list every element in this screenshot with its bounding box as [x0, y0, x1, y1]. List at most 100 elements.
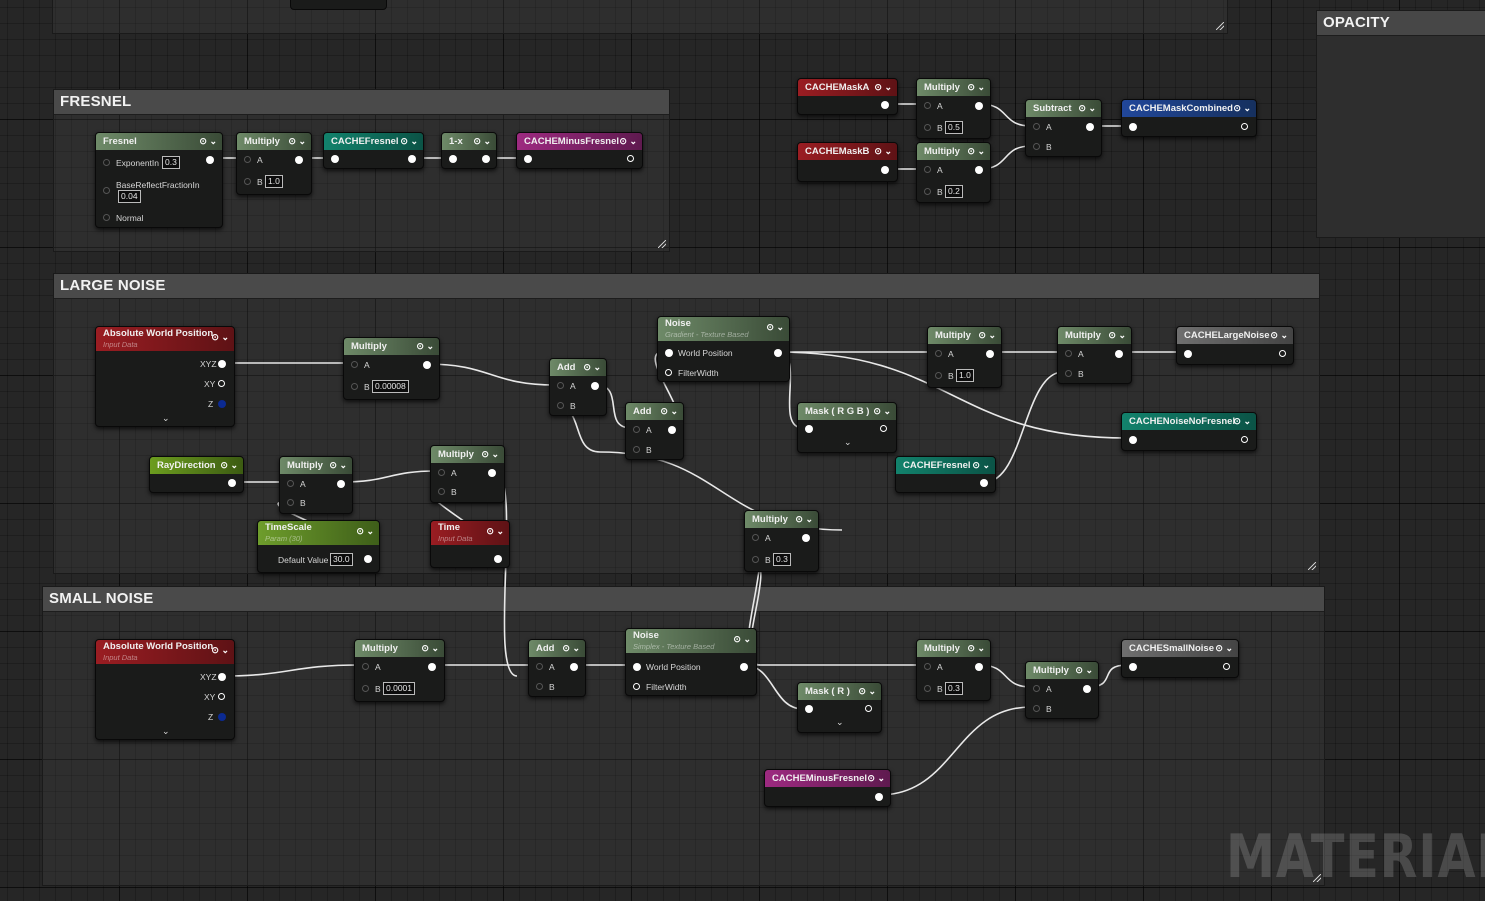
output-pin-icon[interactable] [1241, 123, 1248, 130]
cache-fresnel-node[interactable]: CACHEFresnel ⊙ ⌄ [895, 456, 996, 493]
input-pin-icon[interactable] [752, 556, 759, 563]
cache-noise-no-fresnel-node[interactable]: CACHENoiseNoFresnel ⊙ ⌄ [1121, 412, 1257, 451]
node-controls-icon[interactable]: ⊙ ⌄ [733, 633, 751, 645]
node-controls-icon[interactable]: ⊙ ⌄ [211, 644, 229, 656]
node-controls-icon[interactable]: ⊙ ⌄ [1215, 640, 1233, 657]
add-node[interactable]: Add ⊙ ⌄ A B [549, 358, 607, 416]
top-partial-node[interactable] [290, 0, 387, 10]
output-pin-icon[interactable] [591, 382, 599, 390]
output-pin-icon[interactable] [881, 166, 889, 174]
output-pin-icon[interactable] [295, 156, 303, 164]
output-pin-icon[interactable] [1086, 123, 1094, 131]
multiply-node[interactable]: Multiply ⊙ ⌄ A B 0.0001 [354, 639, 445, 702]
mask-rgb-node[interactable]: Mask ( R G B ) ⊙ ⌄ ⌄ [797, 402, 897, 453]
multiply-node[interactable]: Multiply ⊙ ⌄ A B 0.00008 [343, 337, 440, 400]
node-controls-icon[interactable]: ⊙ ⌄ [1108, 327, 1126, 344]
output-pin-icon[interactable] [668, 426, 676, 434]
input-pin-icon[interactable] [103, 214, 110, 221]
output-pin-icon[interactable] [865, 705, 872, 712]
resize-handle-icon[interactable] [1216, 22, 1224, 30]
input-pin-icon[interactable] [633, 446, 640, 453]
multiply-node[interactable]: Multiply ⊙ ⌄ A B 0.5 [916, 78, 991, 139]
exponent-value[interactable]: 0.3 [162, 156, 180, 169]
default-value[interactable]: 30.0 [330, 553, 353, 566]
input-pin-icon[interactable] [1033, 143, 1040, 150]
input-pin-icon[interactable] [287, 499, 294, 506]
node-controls-icon[interactable]: ⊙ ⌄ [978, 327, 996, 344]
output-pin-icon[interactable] [1241, 436, 1248, 443]
output-pin-icon[interactable] [975, 663, 983, 671]
output-pin-icon[interactable] [986, 350, 994, 358]
input-pin-icon[interactable] [362, 663, 369, 670]
node-controls-icon[interactable]: ⊙ ⌄ [867, 770, 885, 787]
output-pin-icon[interactable] [1223, 663, 1230, 670]
input-pin-icon[interactable] [536, 683, 543, 690]
output-pin-icon[interactable] [218, 400, 226, 408]
output-pin-icon[interactable] [206, 156, 214, 164]
node-controls-icon[interactable]: ⊙ ⌄ [858, 683, 876, 700]
b-value[interactable]: 0.2 [945, 185, 963, 198]
node-controls-icon[interactable]: ⊙ ⌄ [220, 457, 238, 474]
mask-r-node[interactable]: Mask ( R ) ⊙ ⌄ ⌄ [797, 682, 882, 733]
opacity-comment-box[interactable]: OPACITY [1316, 10, 1485, 238]
node-controls-icon[interactable]: ⊙ ⌄ [1233, 413, 1251, 430]
multiply-node[interactable]: Multiply ⊙ ⌄ A B [279, 456, 353, 514]
timescale-param-node[interactable]: TimeScale Param (30) ⊙ ⌄ Default Value 30.… [257, 520, 380, 573]
input-pin-icon[interactable] [935, 372, 942, 379]
multiply-node[interactable]: Multiply ⊙ ⌄ A B 1.0 [927, 326, 1002, 388]
node-controls-icon[interactable]: ⊙ ⌄ [562, 640, 580, 657]
output-pin-icon[interactable] [740, 663, 748, 671]
node-controls-icon[interactable]: ⊙ ⌄ [619, 133, 637, 150]
input-pin-icon[interactable] [244, 156, 251, 163]
b-value[interactable]: 0.00008 [372, 380, 409, 393]
node-controls-icon[interactable]: ⊙ ⌄ [199, 133, 217, 150]
input-pin-icon[interactable] [752, 534, 759, 541]
input-pin-icon[interactable] [665, 349, 673, 357]
input-pin-icon[interactable] [1129, 123, 1137, 131]
input-pin-icon[interactable] [924, 166, 931, 173]
input-pin-icon[interactable] [103, 187, 110, 194]
cache-mask-b-node[interactable]: CACHEMaskB ⊙ ⌄ [797, 142, 898, 182]
input-pin-icon[interactable] [1129, 663, 1137, 671]
expand-chevron-icon[interactable]: ⌄ [836, 717, 844, 728]
ray-direction-node[interactable]: RayDirection ⊙ ⌄ [149, 456, 244, 493]
input-pin-icon[interactable] [1033, 705, 1040, 712]
time-node[interactable]: Time Input Data ⊙ ⌄ [430, 520, 510, 568]
expand-chevron-icon[interactable]: ⌄ [162, 413, 170, 424]
node-controls-icon[interactable]: ⊙ ⌄ [1075, 662, 1093, 679]
input-pin-icon[interactable] [1129, 436, 1137, 444]
node-controls-icon[interactable]: ⊙ ⌄ [400, 133, 418, 150]
node-controls-icon[interactable]: ⊙ ⌄ [288, 133, 306, 150]
one-minus-node[interactable]: 1-x ⊙ ⌄ [441, 132, 497, 169]
multiply-node[interactable]: Multiply ⊙ ⌄ A B 0.3 [744, 510, 819, 572]
add-node[interactable]: Add ⊙ ⌄ A B [528, 639, 586, 697]
output-pin-icon[interactable] [1083, 685, 1091, 693]
cache-minus-fresnel-node[interactable]: CACHEMinusFresnel ⊙ ⌄ [516, 132, 643, 169]
subtract-node[interactable]: Subtract ⊙ ⌄ A B [1025, 99, 1102, 157]
output-pin-icon[interactable] [774, 349, 782, 357]
multiply-node[interactable]: Multiply ⊙ ⌄ A B 0.3 [916, 639, 991, 701]
node-controls-icon[interactable]: ⊙ ⌄ [473, 133, 491, 150]
input-pin-icon[interactable] [924, 663, 931, 670]
input-pin-icon[interactable] [438, 469, 445, 476]
multiply-node[interactable]: Multiply ⊙ ⌄ A B [430, 445, 505, 503]
base-reflect-value[interactable]: 0.04 [118, 190, 141, 203]
add-node[interactable]: Add ⊙ ⌄ A B [625, 402, 684, 460]
input-pin-icon[interactable] [287, 480, 294, 487]
absolute-world-position-node[interactable]: Absolute World Position Input Data ⊙ ⌄ XYZ… [95, 639, 235, 740]
input-pin-icon[interactable] [633, 683, 640, 690]
input-pin-icon[interactable] [935, 350, 942, 357]
input-pin-icon[interactable] [536, 663, 543, 670]
output-pin-icon[interactable] [218, 693, 225, 700]
input-pin-icon[interactable] [633, 426, 640, 433]
output-pin-icon[interactable] [1279, 350, 1286, 357]
node-controls-icon[interactable]: ⊙ ⌄ [583, 359, 601, 376]
input-pin-icon[interactable] [1033, 123, 1040, 130]
input-pin-icon[interactable] [665, 369, 672, 376]
node-controls-icon[interactable]: ⊙ ⌄ [972, 457, 990, 474]
output-pin-icon[interactable] [570, 663, 578, 671]
b-value[interactable]: 0.3 [773, 553, 791, 566]
b-value[interactable]: 0.5 [945, 121, 963, 134]
expand-chevron-icon[interactable]: ⌄ [844, 437, 852, 448]
cache-fresnel-node[interactable]: CACHEFresnel ⊙ ⌄ [323, 132, 424, 169]
